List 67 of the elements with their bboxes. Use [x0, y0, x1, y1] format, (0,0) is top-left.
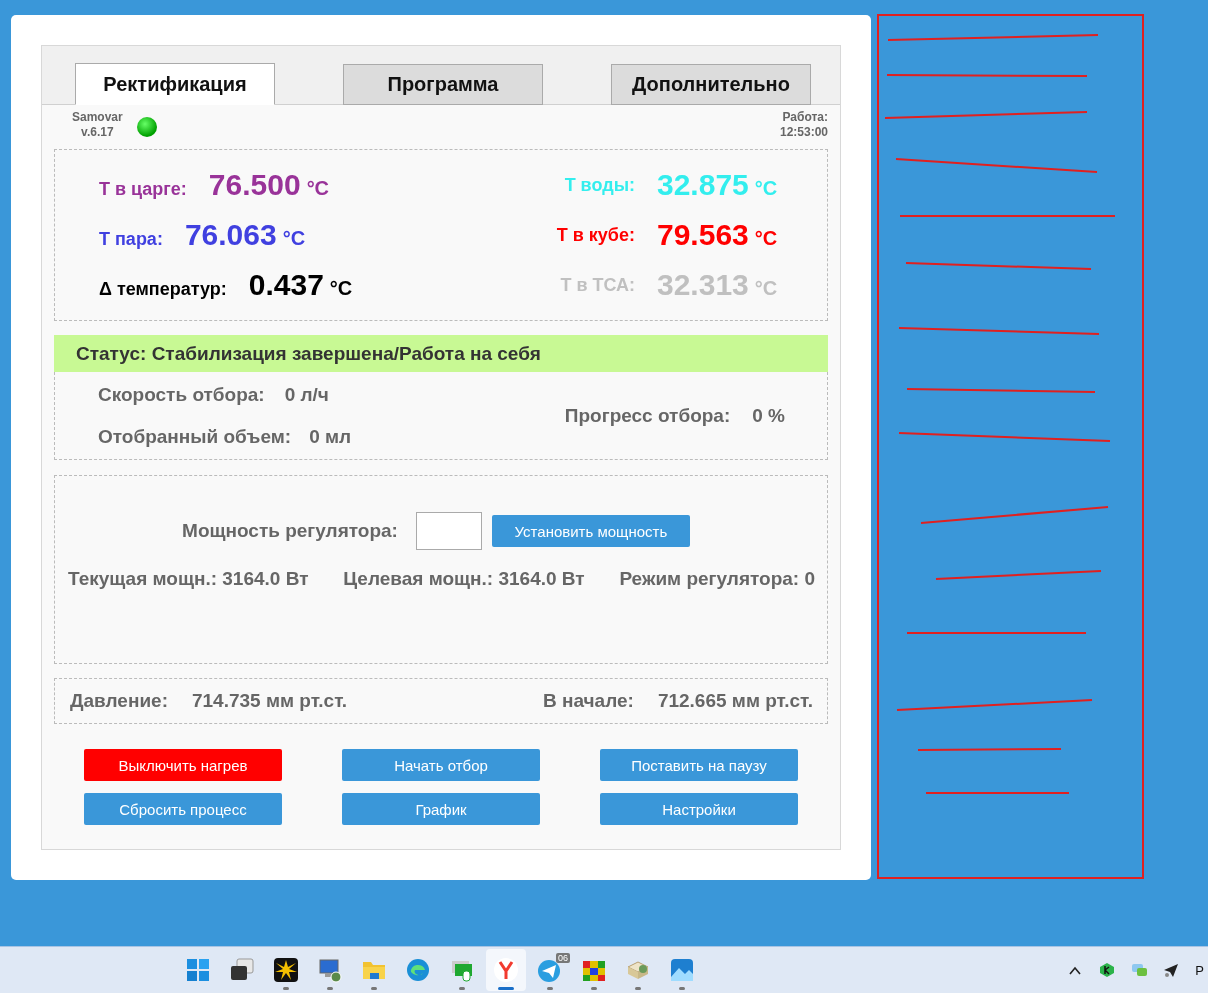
temperature-value: 0.437: [248, 268, 324, 302]
shield-icon[interactable]: [1099, 962, 1116, 978]
running-indicator: [283, 987, 289, 990]
field-label: Скорость отбора:: [98, 383, 265, 406]
temperature-label: Т в царге:: [99, 179, 187, 200]
field-label: Прогресс отбора:: [564, 404, 731, 427]
temperature-label: Т пара:: [99, 229, 163, 250]
power-input-field[interactable]: [415, 512, 482, 550]
temperature-label: Δ температур:: [99, 279, 227, 300]
set-power-button[interactable]: Установить мощность: [491, 515, 690, 547]
status-bar: Статус: Стабилизация завершена/Работа на себя: [54, 335, 828, 372]
star-icon[interactable]: [273, 957, 299, 983]
temperature-value: 32.875: [657, 168, 749, 202]
letter-y-icon[interactable]: [493, 957, 519, 983]
temperature-value: 76.063: [184, 218, 277, 252]
running-indicator: [498, 987, 514, 990]
action-button[interactable]: График: [342, 793, 540, 825]
paper-plane-icon[interactable]: [1163, 962, 1180, 978]
windows-icon[interactable]: [185, 957, 211, 983]
tab[interactable]: Ректификация: [75, 63, 275, 105]
notification-badge: 06: [556, 953, 570, 963]
tab[interactable]: Программа: [343, 64, 543, 105]
unit-label: °C: [754, 277, 778, 300]
unit-label: °C: [329, 277, 353, 300]
unit-label: °C: [282, 227, 306, 250]
tab[interactable]: Дополнительно: [611, 64, 811, 105]
info-text: Текущая мощн.: 3164.0 Вт: [68, 568, 309, 590]
browser-icon[interactable]: [405, 957, 431, 983]
action-button[interactable]: Поставить на паузу: [600, 749, 798, 781]
temperature-label: Т в ТСА:: [560, 274, 635, 296]
temperature-label: Т воды:: [564, 174, 635, 196]
running-indicator: [591, 987, 597, 990]
windows-stack-icon[interactable]: [229, 957, 255, 983]
running-indicator: [635, 987, 641, 990]
temperature-label: Т в кубе:: [556, 224, 635, 246]
temperature-value: 79.563: [657, 218, 749, 252]
mountain-picture-icon[interactable]: [669, 957, 695, 983]
action-button[interactable]: Начать отбор: [342, 749, 540, 781]
running-indicator: [371, 987, 377, 990]
language-indicator[interactable]: Р: [1195, 962, 1204, 978]
info-text: Режим регулятора: 0: [619, 568, 815, 590]
field-label: В начале:: [543, 690, 634, 712]
field-label: Мощность регулятора:: [182, 520, 398, 542]
action-button[interactable]: Сбросить процесс: [84, 793, 282, 825]
uptime-label: Работа: 12:53:00: [779, 110, 828, 141]
unit-label: °C: [306, 177, 330, 200]
field-value: 714.735 мм рт.ст.: [191, 690, 348, 712]
running-indicator: [547, 987, 553, 990]
unit-label: °C: [754, 177, 778, 200]
field-label: Отобранный объем:: [98, 425, 292, 448]
field-value: 0 мл: [309, 425, 352, 448]
temperature-value: 76.500: [208, 168, 301, 202]
field-label: Давление:: [70, 690, 168, 712]
field-value: 0 л/ч: [284, 383, 329, 406]
field-value: 712.665 мм рт.ст.: [657, 690, 813, 712]
field-value: 0 %: [752, 404, 785, 427]
computer-icon[interactable]: [317, 957, 343, 983]
action-button[interactable]: Настройки: [600, 793, 798, 825]
unit-label: °C: [754, 227, 778, 250]
info-text: Целевая мощн.: 3164.0 Вт: [343, 568, 585, 590]
version-label: Samovar v.6.17: [72, 110, 123, 140]
running-indicator: [327, 987, 333, 990]
action-button[interactable]: Выключить нагрев: [84, 749, 282, 781]
running-indicator: [459, 987, 465, 990]
running-indicator: [679, 987, 685, 990]
temperature-value: 32.313: [657, 268, 749, 302]
taskbar-app[interactable]: 06: [530, 949, 570, 991]
